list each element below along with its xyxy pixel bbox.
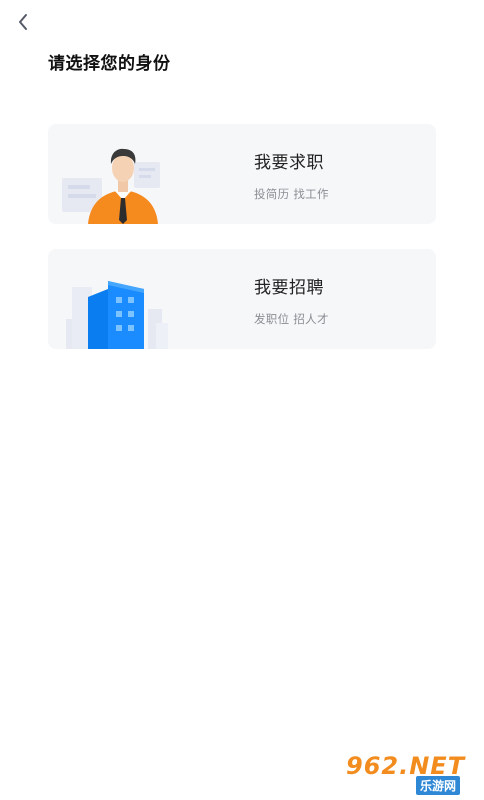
- recruiter-title: 我要招聘: [254, 278, 324, 298]
- identity-select-screen: 请选择您的身份 我要求职 投简历 找工作 我要招聘 发职位 招人才 962.NE…: [0, 0, 484, 800]
- job-seeker-card[interactable]: 我要求职 投简历 找工作: [48, 124, 436, 224]
- job-seeker-subtitle: 投简历 找工作: [254, 187, 329, 201]
- back-button[interactable]: [12, 10, 36, 34]
- site-watermark: 962.NET 乐游网: [344, 750, 478, 795]
- recruiter-card[interactable]: 我要招聘 发职位 招人才: [48, 249, 436, 349]
- page-title: 请选择您的身份: [48, 54, 171, 74]
- job-seeker-title: 我要求职: [254, 153, 324, 173]
- job-seeker-illustration: [62, 148, 160, 224]
- office-building-illustration: [66, 281, 168, 349]
- watermark-sub-text: 乐游网: [416, 776, 461, 795]
- recruiter-subtitle: 发职位 招人才: [254, 312, 329, 326]
- chevron-left-icon: [19, 14, 27, 30]
